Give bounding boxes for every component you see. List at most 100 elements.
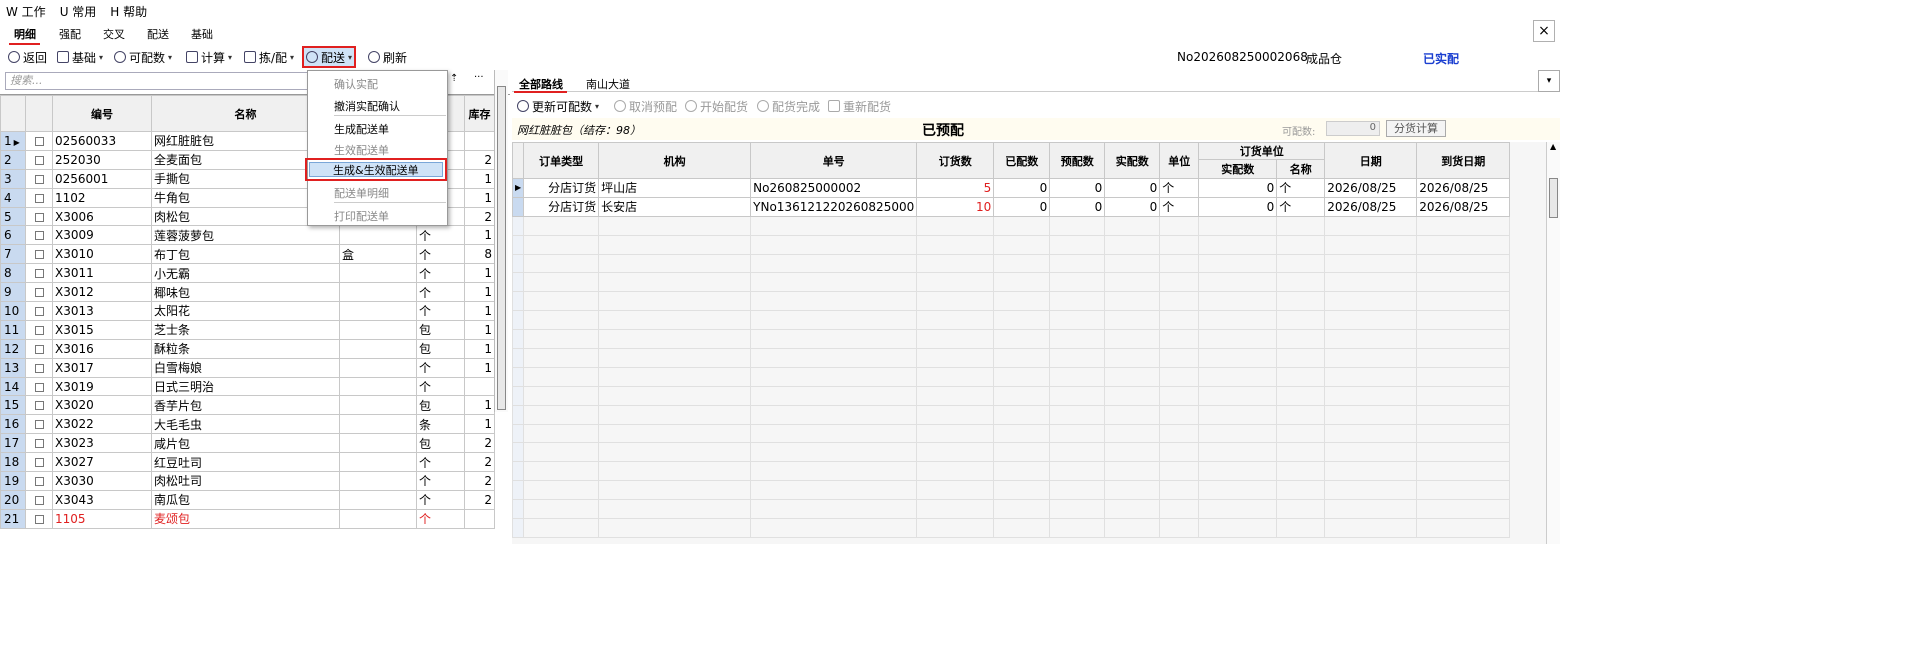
code-header[interactable]: 编号 <box>52 95 152 132</box>
checkbox-icon[interactable] <box>34 212 44 222</box>
tab-nanshan[interactable]: 南山大道 <box>586 76 630 92</box>
menu-item-print-delivery[interactable]: 打印配送单 <box>334 208 389 224</box>
checkbox-icon[interactable] <box>34 250 44 260</box>
row-checkbox[interactable] <box>25 338 53 359</box>
row-checkbox[interactable] <box>25 433 53 454</box>
checkbox-icon[interactable] <box>34 382 44 392</box>
row-checkbox[interactable] <box>25 319 53 340</box>
stock-header[interactable]: 库存 <box>464 95 495 132</box>
more-icon[interactable]: ··· <box>474 72 484 83</box>
pick-button[interactable]: 拣/配 ▾ <box>244 48 294 66</box>
checkbox-icon[interactable] <box>34 439 44 449</box>
calc-button[interactable]: 计算 ▾ <box>186 48 232 66</box>
reallocate-button[interactable]: 重新配货 <box>828 97 891 115</box>
table-row[interactable]: 13 X3017 白雪梅娘 个 1 <box>0 357 495 378</box>
checkbox-icon[interactable] <box>34 136 44 146</box>
order-qty-header[interactable]: 订货数 <box>916 142 995 179</box>
row-checkbox[interactable] <box>25 301 53 321</box>
date-header[interactable]: 日期 <box>1324 142 1418 179</box>
row-checkbox[interactable] <box>25 206 53 227</box>
sub-actual-header[interactable]: 实配数 <box>1198 159 1278 179</box>
table-row[interactable]: 11 X3015 芝士条 包 1 <box>0 319 495 340</box>
right-scrollbar[interactable]: ▲ <box>1546 142 1560 544</box>
checkbox-icon[interactable] <box>34 476 44 486</box>
deliver-button[interactable]: 配送 ▾ <box>302 46 357 68</box>
back-button[interactable]: 返回 <box>8 48 47 66</box>
basic-button[interactable]: 基础 ▾ <box>57 48 103 66</box>
sort-up-icon[interactable]: ⇡ <box>450 73 458 84</box>
table-row[interactable]: 15 X3020 香芋片包 包 1 <box>0 395 495 416</box>
tab-basic[interactable]: 基础 <box>191 26 213 42</box>
available-button[interactable]: 可配数 ▾ <box>114 48 172 66</box>
scrollbar-thumb[interactable] <box>1549 178 1558 218</box>
arrive-date-header[interactable]: 到货日期 <box>1416 142 1511 179</box>
available-input[interactable]: 0 <box>1326 121 1380 136</box>
row-checkbox[interactable] <box>25 357 53 378</box>
pre-header[interactable]: 预配数 <box>1049 142 1106 179</box>
menu-common[interactable]: U 常用 <box>60 3 97 20</box>
table-row[interactable]: 16 X3022 大毛毛虫 条 1 <box>0 414 495 435</box>
checkbox-icon[interactable] <box>34 193 44 203</box>
tab-all-routes[interactable]: 全部路线 <box>519 76 563 92</box>
row-checkbox[interactable] <box>25 168 53 189</box>
close-button[interactable]: × <box>1533 20 1555 42</box>
start-allocation-button[interactable]: 开始配货 <box>685 97 748 115</box>
table-row[interactable]: 18 X3027 红豆吐司 个 2 <box>0 452 495 473</box>
checkbox-icon[interactable] <box>34 155 44 165</box>
row-checkbox[interactable] <box>25 376 53 397</box>
checkbox-icon[interactable] <box>34 174 44 184</box>
unit-header[interactable]: 单位 <box>1159 142 1200 179</box>
row-checkbox[interactable] <box>25 282 53 303</box>
checkbox-icon[interactable] <box>34 288 44 298</box>
refresh-button[interactable]: 刷新 <box>368 48 407 66</box>
row-checkbox[interactable] <box>25 414 53 435</box>
row-checkbox[interactable] <box>25 395 53 416</box>
row-checkbox[interactable] <box>25 489 53 510</box>
table-row[interactable]: 12 X3016 酥粒条 包 1 <box>0 338 495 359</box>
order-no-header[interactable]: 单号 <box>750 142 918 179</box>
table-row[interactable]: 21 1105 麦颂包 个 <box>0 508 495 529</box>
update-available-button[interactable]: 更新可配数 ▾ <box>517 97 599 115</box>
table-row[interactable]: 19 X3030 肉松吐司 个 2 <box>0 471 495 491</box>
order-type-header[interactable]: 订单类型 <box>523 142 600 179</box>
checkbox-icon[interactable] <box>34 495 44 505</box>
tab-deliver[interactable]: 配送 <box>147 26 169 42</box>
row-checkbox[interactable] <box>25 187 53 208</box>
menu-item-generate-delivery[interactable]: 生成配送单 <box>334 121 389 137</box>
table-row[interactable]: 20 X3043 南瓜包 个 2 <box>0 489 495 510</box>
checkbox-icon[interactable] <box>34 363 44 373</box>
tab-force[interactable]: 强配 <box>59 26 81 42</box>
row-checkbox[interactable] <box>25 244 53 265</box>
table-row[interactable]: 分店订货 长安店 YNo136121220260825000 10 0 0 0 个 0 个 2026… <box>511 196 1511 217</box>
allocated-header[interactable]: 已配数 <box>993 142 1051 179</box>
org-header[interactable]: 机构 <box>598 142 752 179</box>
checkbox-icon[interactable] <box>34 231 44 241</box>
tabs-dropdown-button[interactable]: ▾ <box>1538 70 1560 92</box>
row-checkbox[interactable] <box>25 263 53 284</box>
checkbox-icon[interactable] <box>34 344 44 354</box>
row-checkbox[interactable] <box>25 131 53 151</box>
row-checkbox[interactable] <box>25 225 53 246</box>
menu-item-generate-and-activate[interactable]: 生成&生效配送单 <box>333 162 419 178</box>
checkbox-icon[interactable] <box>34 401 44 411</box>
checkbox-icon[interactable] <box>34 514 44 524</box>
scroll-up-icon[interactable]: ▲ <box>1550 142 1556 151</box>
menu-help[interactable]: H 帮助 <box>110 3 147 20</box>
actual-header[interactable]: 实配数 <box>1104 142 1161 179</box>
checkbox-icon[interactable] <box>34 458 44 468</box>
table-row[interactable]: 14 X3019 日式三明治 个 <box>0 376 495 397</box>
row-checkbox[interactable] <box>25 508 53 529</box>
table-row[interactable]: 9 X3012 椰味包 个 1 <box>0 282 495 303</box>
menu-item-activate-delivery[interactable]: 生效配送单 <box>334 142 389 158</box>
row-checkbox[interactable] <box>25 452 53 473</box>
table-row[interactable]: 8 X3011 小无霸 个 1 <box>0 263 495 284</box>
row-checkbox[interactable] <box>25 149 53 170</box>
tab-detail[interactable]: 明细 <box>14 26 36 42</box>
row-checkbox[interactable] <box>25 471 53 491</box>
table-row[interactable]: 7 X3010 布丁包盒个 8 <box>0 244 495 265</box>
table-row[interactable]: ▶ 分店订货 坪山店 No260825000002 5 0 0 0 个 0 个 2026/08/25 2… <box>511 178 1511 198</box>
checkbox-icon[interactable] <box>34 306 44 316</box>
table-row[interactable]: 6 X3009 莲蓉菠萝包 个 1 <box>0 225 495 246</box>
checkbox-icon[interactable] <box>34 325 44 335</box>
sub-name-header[interactable]: 名称 <box>1276 159 1326 179</box>
